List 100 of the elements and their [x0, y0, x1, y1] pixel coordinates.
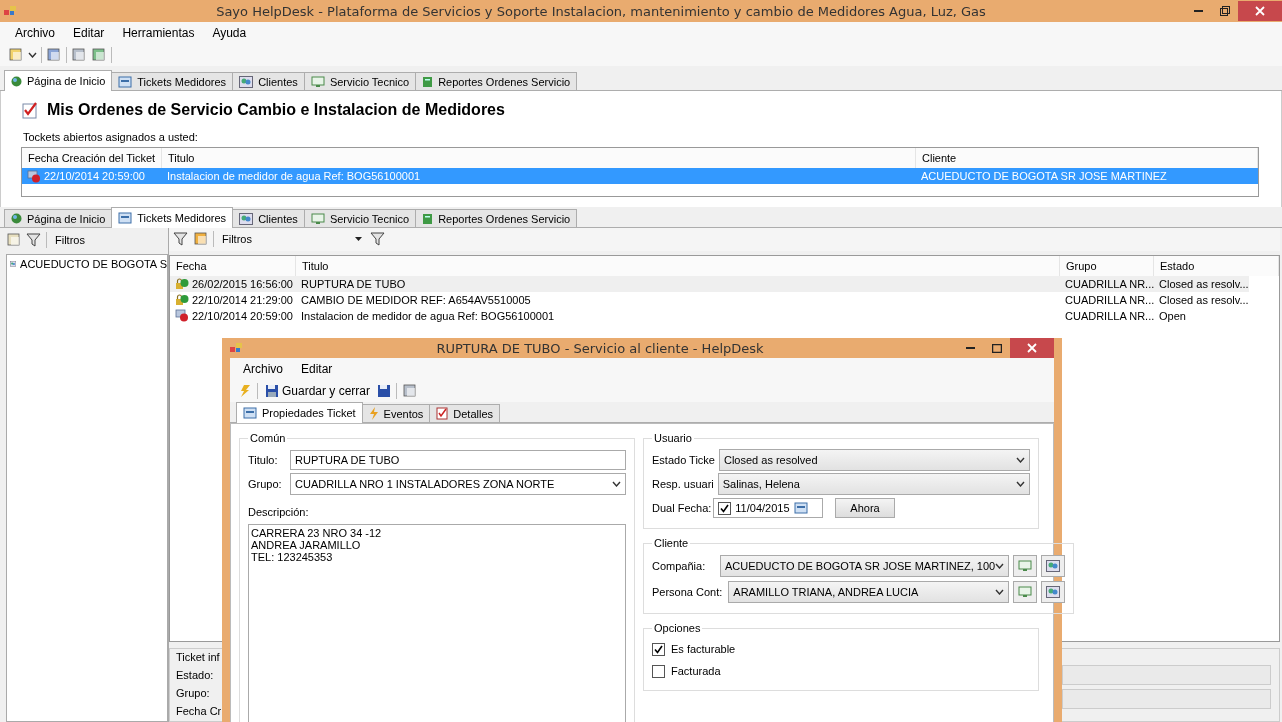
group-dropdown[interactable]: CUADRILLA NRO 1 INSTALADORES ZONA NORTE — [290, 473, 626, 495]
field-label: Titulo: — [248, 454, 279, 466]
caret-icon — [612, 481, 621, 487]
table-cell: 22/10/2014 20:59:00 — [44, 170, 145, 182]
menu-item[interactable]: Herramientas — [113, 26, 204, 40]
field-label: Fecha Cr — [176, 705, 222, 719]
column-header[interactable]: Titulo — [296, 256, 1060, 276]
checkbox[interactable] — [652, 664, 665, 678]
close-button[interactable] — [1238, 1, 1282, 21]
description-field[interactable]: CARRERA 23 NRO 34 -12 ANDREA JARAMILLO TEL: 123245353 — [248, 524, 626, 722]
funnel-icon[interactable] — [370, 231, 386, 248]
restore-icon[interactable] — [1220, 6, 1230, 16]
maximize-icon[interactable] — [992, 343, 1002, 353]
people-icon — [1046, 560, 1061, 572]
field-label: Compañia: — [652, 560, 707, 572]
checkbox-label: Facturada — [671, 665, 721, 677]
group-title: Ticket inf — [176, 651, 220, 665]
list-item[interactable]: ACUEDUCTO DE BOGOTA S — [20, 258, 167, 270]
text-field[interactable] — [1062, 665, 1271, 685]
people-icon — [10, 258, 17, 270]
tab[interactable]: Reportes Ordenes Servicio — [415, 72, 578, 90]
section-label: Tockets abiertos asignados a usted: — [23, 131, 199, 143]
tab[interactable]: Clientes — [232, 72, 305, 90]
tab[interactable]: Reportes Ordenes Servicio — [415, 209, 578, 227]
menu-item[interactable]: Archivo — [6, 26, 64, 40]
field-label: Persona Cont: — [652, 586, 723, 598]
checkbox[interactable] — [718, 501, 732, 515]
caret-icon — [1016, 481, 1025, 487]
page-heading: Mis Ordenes de Servicio Cambio e Instalacion de Medidores — [47, 101, 505, 119]
lock-ball-icon — [175, 293, 189, 307]
ball-icon — [27, 169, 41, 183]
save-icon[interactable] — [377, 384, 392, 398]
table-cell: 26/02/2015 16:56:00 — [192, 278, 293, 290]
field-label: Resp. usuari — [652, 478, 714, 490]
field-label: Estado Ticke — [652, 454, 715, 466]
menu-item[interactable]: Editar — [292, 362, 342, 376]
minimize-icon[interactable] — [966, 346, 976, 350]
checklist-icon — [436, 407, 449, 420]
tab[interactable]: Tickets Medidores — [111, 72, 234, 90]
close-icon — [1255, 6, 1265, 16]
tab[interactable]: Página de Inicio — [4, 209, 113, 227]
menu-item[interactable]: Ayuda — [203, 26, 256, 40]
tab[interactable]: Eventos — [361, 404, 431, 422]
ticket-icon — [793, 502, 808, 514]
filter-dropdown[interactable]: Filtros — [218, 230, 366, 249]
menu-item[interactable]: Archivo — [234, 362, 292, 376]
monitor-icon — [1018, 586, 1033, 598]
dialog-title: RUPTURA DE TUBO - Servicio al cliente - HelpDesk — [435, 340, 765, 356]
edit-button[interactable] — [1013, 581, 1038, 603]
app-icon — [230, 343, 242, 353]
tab[interactable]: Tickets Medidores — [111, 207, 234, 228]
contact-button[interactable] — [1041, 581, 1066, 603]
menu-item[interactable]: Editar — [64, 26, 114, 40]
column-header[interactable]: Fecha — [170, 256, 296, 276]
save-close-button[interactable]: Guardar y cerrar — [263, 384, 373, 398]
filter-icon[interactable] — [173, 231, 189, 248]
edit-button[interactable] — [1013, 555, 1038, 577]
table-cell: CUADRILLA NR... — [1065, 310, 1155, 322]
ticket-icon — [118, 75, 133, 88]
tab[interactable]: Página de Inicio — [4, 70, 113, 91]
dropdown[interactable]: ACUEDUCTO DE BOGOTA SR JOSE MARTINEZ, 100 — [720, 555, 1010, 577]
table-cell: 22/10/2014 21:29:00 — [192, 294, 293, 306]
tab[interactable]: Servicio Tecnico — [303, 209, 417, 227]
dropdown[interactable]: Salinas, Helena — [717, 473, 1030, 495]
report-icon — [422, 75, 434, 88]
close-button[interactable] — [1010, 338, 1054, 358]
checkbox[interactable] — [652, 642, 665, 656]
monitor-icon — [1018, 560, 1033, 572]
ticket-icon — [118, 212, 133, 224]
group-title: Cliente — [653, 537, 690, 549]
dropdown[interactable]: ARAMILLO TRIANA, ANDREA LUCIA — [728, 581, 1010, 603]
table-cell: Instalacion de medidor de agua Ref: BOG56100001 — [167, 170, 421, 182]
caret-icon — [28, 52, 37, 58]
report-icon — [422, 212, 434, 225]
minimize-icon[interactable] — [1194, 9, 1204, 13]
table-row[interactable]: 22/10/2014 21:29:00 CAMBIO DE MEDIDOR REF: A654AV5510005 CUADRILLA NR... Closed as resolv... — [170, 292, 1249, 308]
now-button[interactable]: Ahora — [835, 498, 895, 518]
table-cell: RUPTURA DE TUBO — [301, 278, 406, 290]
company-button[interactable] — [1041, 555, 1066, 577]
dropdown[interactable]: Closed as resolved — [719, 449, 1030, 471]
close-icon — [1027, 343, 1037, 353]
checkbox-label: Es facturable — [671, 643, 736, 655]
table-row[interactable]: 22/10/2014 20:59:00 Instalacion de medidor de agua Ref: BOG56100001 CUADRILLA NR... Open — [170, 308, 1249, 324]
column-header[interactable]: Grupo — [1060, 256, 1154, 276]
tab[interactable]: Detalles — [429, 404, 501, 422]
text-field[interactable] — [1062, 689, 1271, 709]
caret-icon — [355, 237, 362, 242]
column-header[interactable]: Estado — [1154, 256, 1279, 276]
globe-icon — [11, 75, 22, 87]
date-field[interactable]: 11/04/2015 — [713, 498, 824, 518]
tab[interactable]: Propiedades Ticket — [236, 402, 363, 423]
table-cell: CUADRILLA NR... — [1065, 278, 1155, 290]
tab[interactable]: Servicio Tecnico — [303, 72, 417, 90]
tab[interactable]: Clientes — [232, 209, 305, 227]
caret-icon — [995, 563, 1005, 569]
ticket-icon — [243, 407, 257, 419]
filter-icon[interactable] — [26, 232, 42, 248]
group-title: Común — [249, 432, 287, 444]
title-field[interactable]: RUPTURA DE TUBO — [290, 450, 626, 470]
window-title: Sayo HelpDesk - Plataforma de Servicios y Soporte Instalacion, mantenimiento y cambio de Medidores Agua, Luz, Gas — [215, 3, 987, 19]
